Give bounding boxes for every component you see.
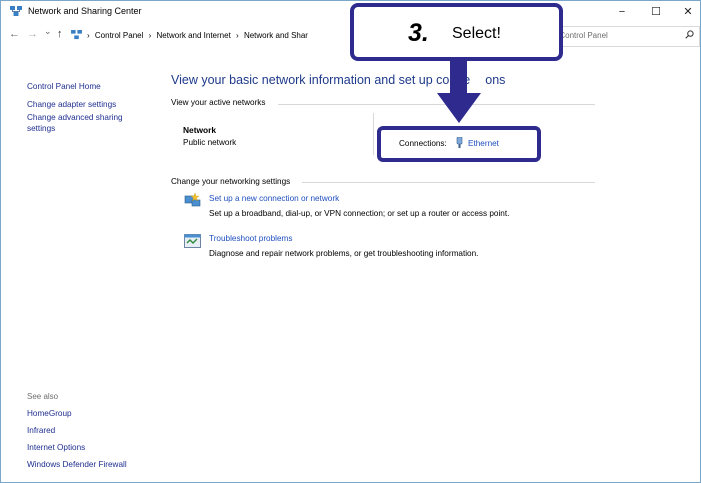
- up-button[interactable]: ↑: [57, 28, 63, 40]
- see-also-internet-options[interactable]: Internet Options: [27, 443, 85, 452]
- window-title: Network and Sharing Center: [28, 6, 142, 16]
- callout-arrow-shaft: [450, 61, 467, 95]
- troubleshoot-link[interactable]: Troubleshoot problems: [209, 234, 292, 243]
- sidebar-item-change-advanced-sharing[interactable]: Change advanced sharing: [27, 112, 157, 123]
- breadcrumb: › Control Panel › Network and Internet ›…: [87, 31, 311, 40]
- troubleshoot-icon: [184, 234, 201, 248]
- breadcrumb-network-and-sharing[interactable]: Network and Shar: [244, 31, 308, 40]
- divider: [302, 182, 595, 183]
- see-also-heading: See also: [27, 392, 59, 401]
- sidebar: Control Panel Home Change adapter settin…: [27, 81, 157, 134]
- new-connection-icon: [184, 193, 201, 207]
- instruction-callout: 3. Select!: [350, 3, 563, 61]
- search-icon[interactable]: [685, 30, 694, 39]
- forward-button[interactable]: →: [27, 28, 38, 40]
- minimize-button[interactable]: −: [607, 3, 637, 21]
- divider: [373, 113, 374, 155]
- callout-arrow-icon: [437, 93, 481, 123]
- page-title-tail: ons: [485, 73, 506, 87]
- recent-dropdown-button[interactable]: ⌄: [44, 26, 52, 37]
- close-button[interactable]: ✕: [673, 3, 701, 21]
- see-also-homegroup[interactable]: HomeGroup: [27, 409, 72, 418]
- change-settings-label: Change your networking settings: [171, 177, 291, 186]
- active-networks-label: View your active networks: [171, 98, 266, 107]
- breadcrumb-control-panel[interactable]: Control Panel: [95, 31, 143, 40]
- breadcrumb-separator: ›: [148, 31, 152, 40]
- page-title-text: View your basic network information and …: [171, 73, 471, 87]
- callout-step-number: 3.: [408, 19, 429, 47]
- sidebar-item-change-advanced-sharing-cont[interactable]: settings: [27, 123, 157, 134]
- see-also-windows-defender-firewall[interactable]: Windows Defender Firewall: [27, 460, 127, 469]
- network-type: Public network: [183, 138, 237, 147]
- setup-connection-link[interactable]: Set up a new connection or network: [209, 194, 339, 203]
- setup-connection-description: Set up a broadband, dial-up, or VPN conn…: [209, 209, 510, 218]
- control-panel-icon: [71, 30, 82, 40]
- callout-text: Select!: [452, 25, 501, 42]
- search-input[interactable]: rch Control Panel: [541, 26, 700, 47]
- back-button[interactable]: ←: [9, 28, 20, 40]
- breadcrumb-separator: ›: [236, 31, 239, 40]
- sidebar-item-control-panel-home[interactable]: Control Panel Home: [27, 81, 157, 92]
- breadcrumb-network-and-internet[interactable]: Network and Internet: [157, 31, 231, 40]
- network-center-icon: [10, 6, 22, 16]
- troubleshoot-description: Diagnose and repair network problems, or…: [209, 249, 479, 258]
- ethernet-highlight-frame: [377, 126, 541, 162]
- see-also-infrared[interactable]: Infrared: [27, 426, 55, 435]
- sidebar-item-change-adapter-settings[interactable]: Change adapter settings: [27, 99, 157, 110]
- window: Network and Sharing Center − ☐ ✕ ← → ⌄ ↑…: [0, 0, 701, 483]
- breadcrumb-separator: ›: [87, 31, 90, 40]
- maximize-button[interactable]: ☐: [641, 3, 671, 21]
- network-name: Network: [183, 125, 217, 135]
